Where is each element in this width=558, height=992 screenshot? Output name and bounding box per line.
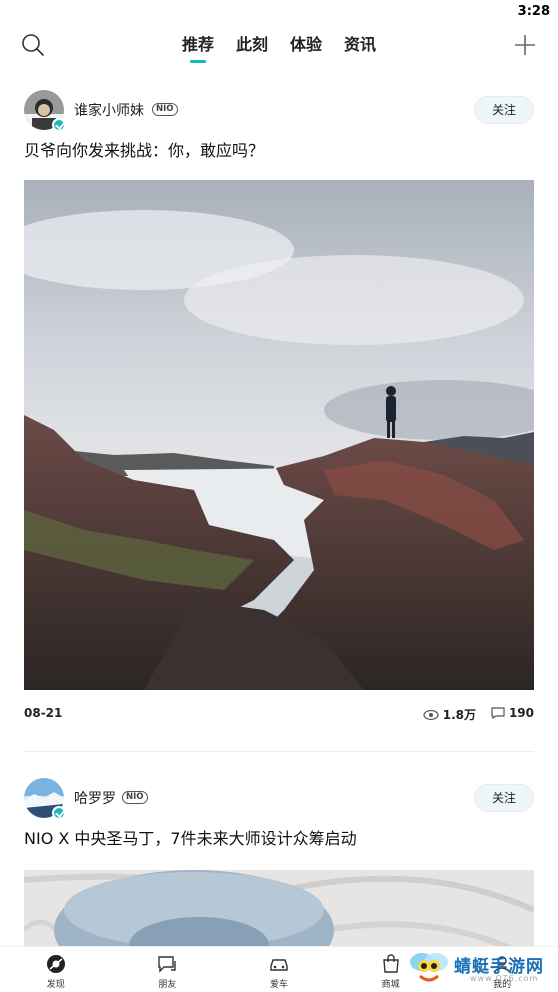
author-name[interactable]: 谁家小师妹 [74, 100, 144, 120]
bottom-nav-label: 朋友 [158, 980, 177, 990]
shopping-bag-icon [382, 954, 399, 973]
nio-badge: NIO [122, 791, 148, 804]
car-icon [270, 959, 288, 971]
follow-button[interactable]: 关注 [474, 784, 534, 812]
comment-icon [491, 707, 505, 719]
add-icon[interactable] [512, 32, 538, 58]
post-meta: 08-21 1.8万 190 [24, 694, 534, 734]
feed-tabs: 推荐 此刻 体验 资讯 [0, 31, 558, 63]
post-title[interactable]: NIO X 中央圣马丁，7件未来大师设计众筹启动 [24, 828, 534, 860]
views-value: 1.8万 [442, 708, 476, 722]
dragonfly-logo-icon [410, 953, 448, 982]
bottom-nav-friends[interactable]: 朋友 [112, 947, 224, 992]
discover-icon [46, 955, 65, 973]
bottom-nav-label: 发现 [46, 980, 65, 990]
views-count: 1.8万 [423, 706, 476, 723]
follow-button[interactable]: 关注 [474, 96, 534, 124]
tab-moment[interactable]: 此刻 [236, 31, 268, 63]
eye-icon [423, 709, 439, 720]
feed: 谁家小师妹 NIO 关注 贝爷向你发来挑战：你，敢应吗？ 08-21 1.8万 … [0, 80, 558, 992]
bottom-nav-label: 商城 [381, 980, 400, 990]
tab-experience[interactable]: 体验 [290, 31, 322, 63]
tab-recommended[interactable]: 推荐 [182, 31, 214, 63]
post-title[interactable]: 贝爷向你发来挑战：你，敢应吗？ [24, 140, 534, 172]
bottom-nav-discover[interactable]: 发现 [0, 947, 112, 992]
watermark: 蜻蜓手游网 www.QT6.com [406, 948, 552, 988]
verified-icon [52, 806, 66, 820]
top-nav: 推荐 此刻 体验 资讯 [0, 24, 558, 68]
tab-news[interactable]: 资讯 [344, 31, 376, 63]
comments-value: 190 [508, 706, 534, 720]
post-header: 哈罗罗 NIO 关注 [0, 768, 558, 828]
status-time: 3:28 [517, 4, 550, 19]
post-image[interactable] [0, 180, 558, 690]
post-header: 谁家小师妹 NIO 关注 [0, 80, 558, 140]
nio-badge: NIO [152, 103, 178, 116]
divider [24, 751, 534, 752]
post-date: 08-21 [24, 706, 63, 720]
app-screen: 3:28 推荐 此刻 体验 资讯 谁家小师妹 NIO 关注 贝爷向你发来挑战：你… [0, 0, 558, 992]
post-card[interactable]: 谁家小师妹 NIO 关注 贝爷向你发来挑战：你，敢应吗？ 08-21 1.8万 … [0, 80, 558, 752]
chat-icon [158, 956, 177, 973]
status-bar: 3:28 [0, 0, 558, 24]
verified-icon [52, 118, 66, 132]
bottom-nav-car[interactable]: 爱车 [223, 947, 335, 992]
bottom-nav-label: 爱车 [269, 980, 288, 990]
author-name[interactable]: 哈罗罗 [74, 788, 116, 808]
watermark-url: www.QT6.com [470, 974, 539, 983]
comments-count[interactable]: 190 [491, 706, 534, 720]
